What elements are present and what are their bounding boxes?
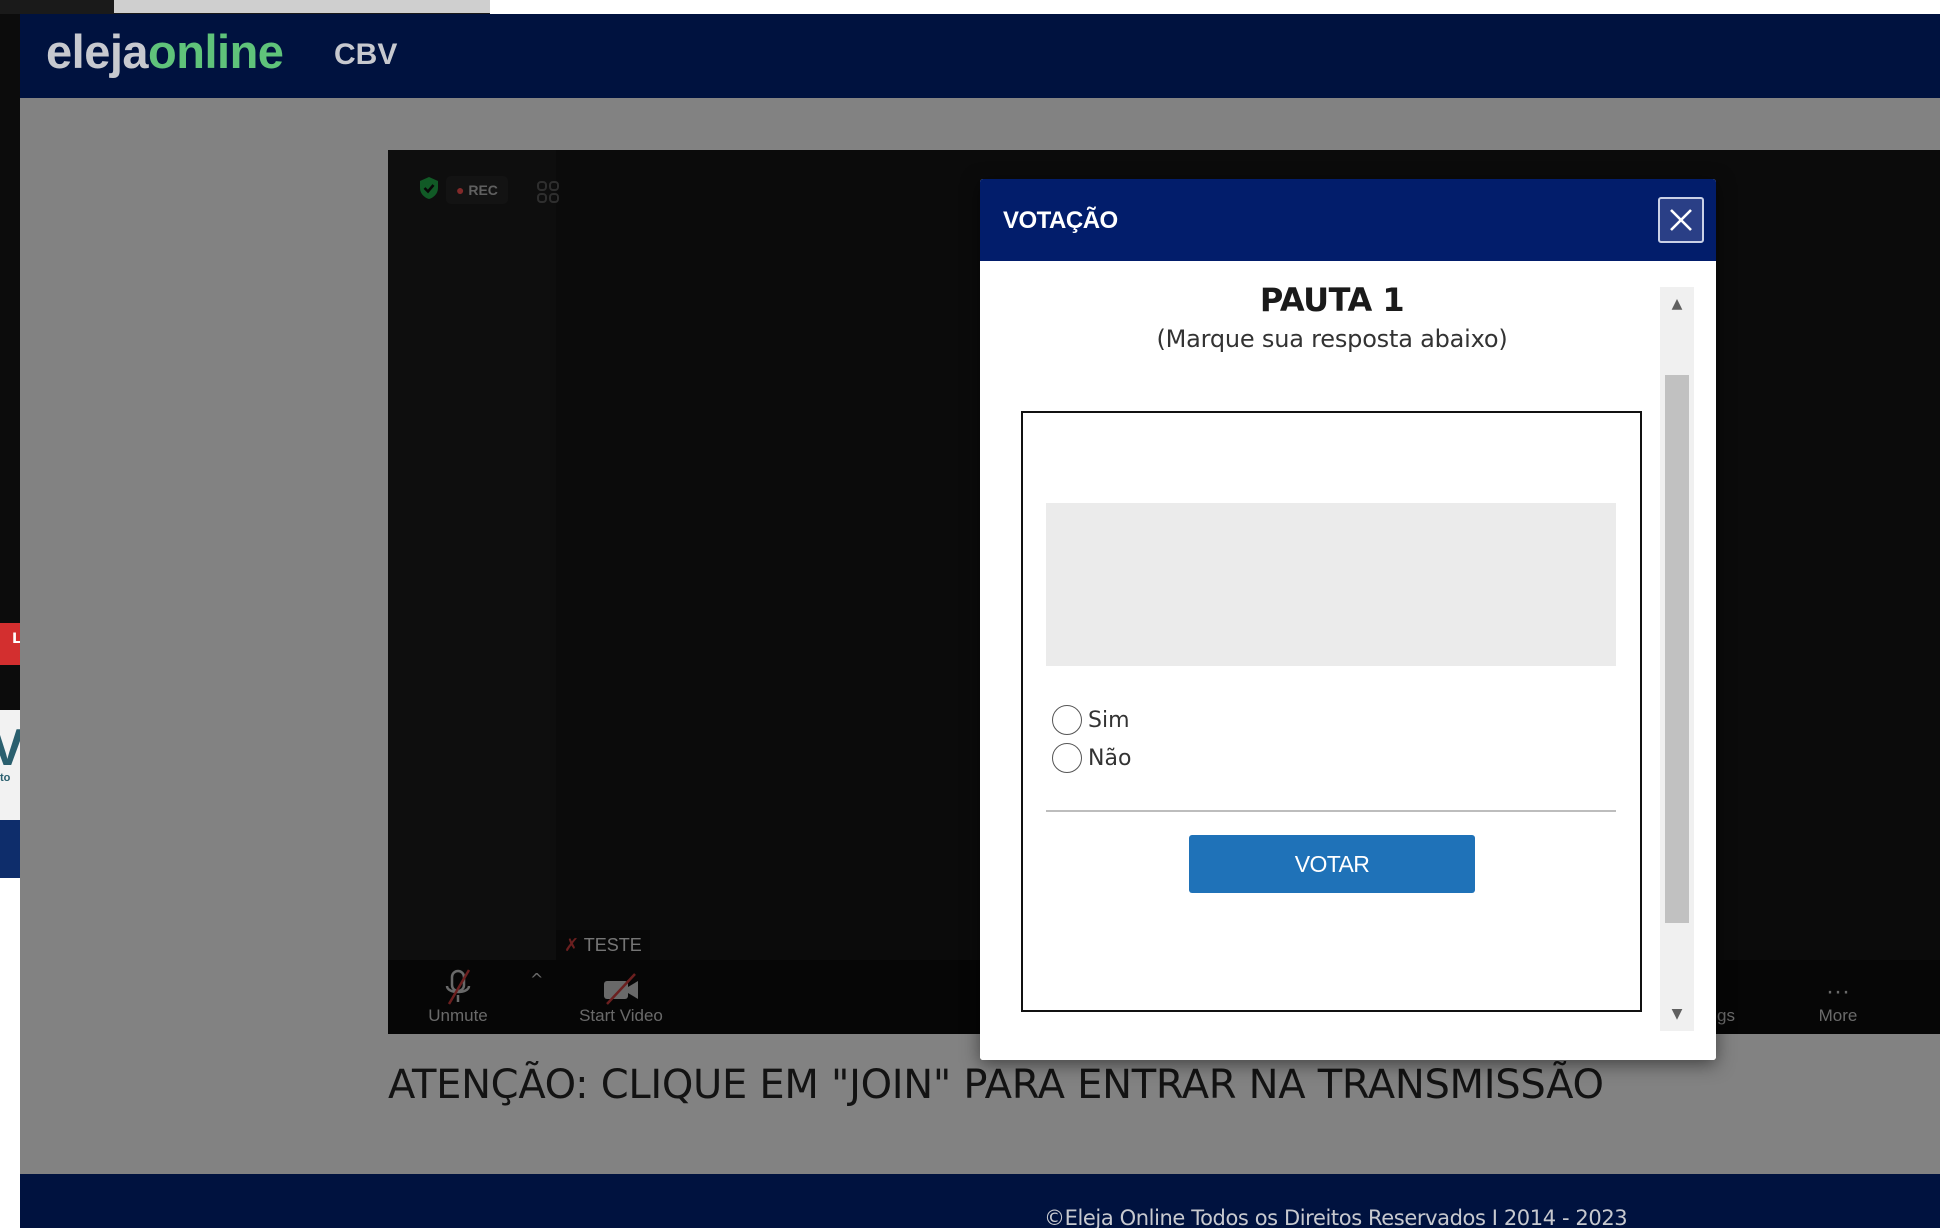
background-logo-letter: V <box>0 719 20 777</box>
background-logo-subtext: to <box>0 772 11 784</box>
modal-scrollbar[interactable]: ▲ ▼ <box>1660 287 1694 1031</box>
pauta-title: PAUTA 1 <box>1259 281 1405 319</box>
background-logo: V to <box>0 710 20 820</box>
scroll-up-arrow-icon[interactable]: ▲ <box>1660 287 1694 321</box>
background-navy-bar <box>0 820 20 878</box>
radio-nao[interactable] <box>1052 743 1082 773</box>
close-icon <box>1670 209 1692 231</box>
background-red-badge: L <box>0 623 21 665</box>
option-nao-label: Não <box>1088 745 1132 771</box>
scroll-down-arrow-icon[interactable]: ▼ <box>1660 997 1694 1031</box>
background-tab[interactable] <box>114 0 490 13</box>
option-sim[interactable]: Sim <box>1052 705 1130 735</box>
modal-header: VOTAÇÃO <box>980 179 1716 261</box>
modal-body[interactable]: PAUTA 1 (Marque sua resposta abaixo) Sim… <box>980 261 1716 1060</box>
background-tab-bar <box>0 0 490 14</box>
voting-modal: VOTAÇÃO PAUTA 1 (Marque sua resposta aba… <box>980 179 1716 1060</box>
screen: L V to elejaonline CBV ● REC ✗ TESTE Unm… <box>0 0 1940 1228</box>
logo-text-eleja: eleja <box>46 25 149 78</box>
site-footer: ©Eleja Online Todos os Direitos Reservad… <box>20 1174 1940 1228</box>
vote-description-box <box>1046 503 1616 666</box>
logo-suffix: CBV <box>334 38 398 71</box>
scrollbar-thumb[interactable] <box>1665 375 1689 923</box>
option-nao[interactable]: Não <box>1052 743 1131 773</box>
vote-button[interactable]: VOTAR <box>1189 835 1475 893</box>
site-header: elejaonline CBV <box>20 14 1940 98</box>
modal-title: VOTAÇÃO <box>1003 207 1118 234</box>
pauta-subtitle: (Marque sua resposta abaixo) <box>1156 325 1508 353</box>
logo-text-online: online <box>148 25 284 78</box>
vote-frame: Sim Não VOTAR <box>1021 411 1642 1012</box>
close-button[interactable] <box>1658 197 1704 243</box>
radio-sim[interactable] <box>1052 705 1082 735</box>
eleja-online-logo[interactable]: elejaonline <box>46 24 284 79</box>
divider <box>1046 810 1616 812</box>
footer-copyright: ©Eleja Online Todos os Direitos Reservad… <box>1044 1206 1628 1228</box>
option-sim-label: Sim <box>1088 707 1130 733</box>
